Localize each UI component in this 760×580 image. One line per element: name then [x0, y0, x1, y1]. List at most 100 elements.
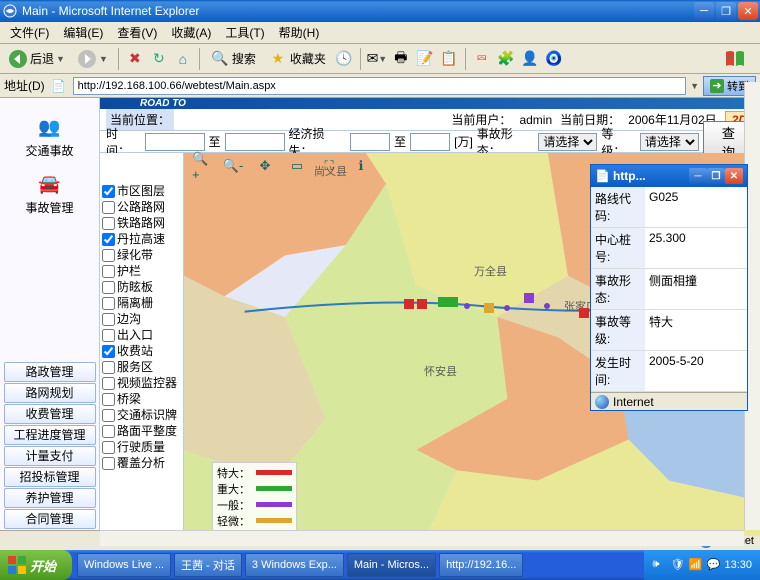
layer-checkbox-16[interactable]: 行驶质量	[102, 439, 181, 455]
layer-checkbox-11[interactable]: 服务区	[102, 359, 181, 375]
info-icon[interactable]: ℹ	[352, 157, 370, 175]
taskbar-task-4[interactable]: http://192.16...	[439, 553, 523, 577]
toll-dot[interactable]	[504, 305, 510, 311]
layer-checkbox-1[interactable]: 公路路网	[102, 199, 181, 215]
minimize-button[interactable]: ─	[694, 2, 714, 20]
select-icon[interactable]: ▭	[288, 157, 306, 175]
info-bar: 当前位置： 当前用户： admin 当前日期： 2006年11月02日 2D	[100, 109, 760, 131]
menu-help[interactable]: 帮助(H)	[273, 22, 326, 43]
accident-marker[interactable]	[404, 299, 414, 309]
sidebar-btn-6[interactable]: 养护管理	[4, 488, 96, 508]
layer-checkbox-5[interactable]: 护栏	[102, 263, 181, 279]
accident-marker[interactable]	[448, 297, 458, 307]
refresh-icon[interactable]: ↻	[149, 49, 169, 69]
sidebar-btn-0[interactable]: 路政管理	[4, 362, 96, 382]
loss-to-input[interactable]	[410, 133, 450, 151]
star-icon: ★	[268, 49, 288, 69]
search-button[interactable]: 🔍搜索	[206, 47, 260, 71]
print-icon[interactable]: 🖶	[391, 49, 411, 69]
layer-checkbox-4[interactable]: 绿化带	[102, 247, 181, 263]
globe-icon	[595, 395, 609, 409]
layer-checkbox-14[interactable]: 交通标识牌	[102, 407, 181, 423]
layer-checkbox-8[interactable]: 边沟	[102, 311, 181, 327]
forward-button[interactable]: ▼	[73, 47, 112, 71]
level-select[interactable]: 请选择	[640, 133, 699, 151]
accident-marker[interactable]	[524, 293, 534, 303]
edit-icon[interactable]: 📝	[415, 49, 435, 69]
sidebar-btn-1[interactable]: 路网规划	[4, 383, 96, 403]
address-dropdown[interactable]: ▼	[690, 81, 699, 91]
layer-checkbox-15[interactable]: 路面平整度	[102, 423, 181, 439]
clipboard-icon[interactable]: 📋	[439, 49, 459, 69]
zoom-out-icon[interactable]: 🔍-	[224, 157, 242, 175]
search-icon: 🔍	[210, 49, 230, 69]
popup-close-button[interactable]: ✕	[725, 168, 743, 184]
car-icon: 🚘	[37, 171, 63, 197]
system-tray[interactable]: 🕪 🛡 📶 💬 13:30	[644, 550, 760, 580]
maximize-button[interactable]: ❐	[716, 2, 736, 20]
pan-icon[interactable]: ✥	[256, 157, 274, 175]
stop-icon[interactable]: ✖	[125, 49, 145, 69]
menu-favorites[interactable]: 收藏(A)	[165, 22, 217, 43]
menu-view[interactable]: 查看(V)	[111, 22, 163, 43]
sidebar-btn-4[interactable]: 计量支付	[4, 446, 96, 466]
favorites-button[interactable]: ★收藏夹	[264, 47, 330, 71]
time-from-input[interactable]	[145, 133, 205, 151]
layer-checkbox-0[interactable]: 市区图层	[102, 183, 181, 199]
loss-from-input[interactable]	[350, 133, 390, 151]
go-arrow-icon: ➜	[710, 79, 724, 93]
ext1-icon[interactable]: 🧩	[496, 49, 516, 69]
layer-checkbox-2[interactable]: 铁路路网	[102, 215, 181, 231]
start-button[interactable]: 开始	[0, 550, 72, 580]
layer-checkbox-7[interactable]: 隔离栅	[102, 295, 181, 311]
ext3-icon[interactable]: 🧿	[544, 49, 564, 69]
sidebar-item-traffic-accident[interactable]: 👥 交通事故	[0, 108, 99, 165]
time-to-input[interactable]	[225, 133, 285, 151]
toll-dot[interactable]	[544, 303, 550, 309]
zoom-in-icon[interactable]: 🔍+	[192, 157, 210, 175]
rocket-icon[interactable]: ⮹	[472, 49, 492, 69]
layer-checkbox-12[interactable]: 视频监控器	[102, 375, 181, 391]
sidebar-btn-7[interactable]: 合同管理	[4, 509, 96, 529]
accident-marker[interactable]	[438, 297, 448, 307]
toll-dot[interactable]	[464, 303, 470, 309]
banner: ROAD TO	[100, 98, 760, 109]
sidebar-btn-3[interactable]: 工程进度管理	[4, 425, 96, 445]
ie-icon: 📄	[595, 169, 610, 183]
layer-checkbox-9[interactable]: 出入口	[102, 327, 181, 343]
menu-tools[interactable]: 工具(T)	[219, 22, 270, 43]
layer-checkbox-17[interactable]: 覆盖分析	[102, 455, 181, 471]
taskbar-task-3[interactable]: Main - Micros...	[347, 553, 436, 577]
history-icon[interactable]: 🕓	[334, 49, 354, 69]
extent-icon[interactable]: ⛶	[320, 157, 338, 175]
accident-marker[interactable]	[417, 299, 427, 309]
layer-checkbox-10[interactable]: 收费站	[102, 343, 181, 359]
legend-row: 重大：	[217, 481, 292, 497]
accident-marker[interactable]	[484, 303, 494, 313]
layer-checkbox-3[interactable]: 丹拉高速	[102, 231, 181, 247]
menu-edit[interactable]: 编辑(E)	[57, 22, 109, 43]
layer-checkbox-13[interactable]: 桥梁	[102, 391, 181, 407]
taskbar-task-1[interactable]: 王茜 - 对话	[174, 553, 242, 577]
sidebar-btn-2[interactable]: 收费管理	[4, 404, 96, 424]
address-label: 地址(D)	[4, 77, 45, 94]
menu-file[interactable]: 文件(F)	[4, 22, 55, 43]
address-input[interactable]	[73, 77, 686, 95]
horizontal-scrollbar[interactable]	[100, 530, 744, 546]
back-button[interactable]: 后退▼	[4, 47, 69, 71]
close-button[interactable]: ✕	[738, 2, 758, 20]
taskbar-task-2[interactable]: 3 Windows Exp...	[245, 553, 344, 577]
taskbar-task-0[interactable]: Windows Live ...	[77, 553, 171, 577]
home-icon[interactable]: ⌂	[173, 49, 193, 69]
sidebar-btn-5[interactable]: 招投标管理	[4, 467, 96, 487]
mail-icon[interactable]: ✉▼	[367, 49, 387, 69]
popup-maximize-button[interactable]: ❐	[707, 168, 725, 184]
ext2-icon[interactable]: 👤	[520, 49, 540, 69]
layer-checkbox-6[interactable]: 防眩板	[102, 279, 181, 295]
form-select[interactable]: 请选择	[538, 133, 597, 151]
left-sidebar: 👥 交通事故 🚘 事故管理 路政管理路网规划收费管理工程进度管理计量支付招投标管…	[0, 98, 100, 530]
sidebar-item-accident-mgmt[interactable]: 🚘 事故管理	[0, 165, 99, 222]
accident-marker[interactable]	[579, 308, 589, 318]
popup-minimize-button[interactable]: ─	[689, 168, 707, 184]
map-label: 怀安县	[424, 363, 457, 379]
